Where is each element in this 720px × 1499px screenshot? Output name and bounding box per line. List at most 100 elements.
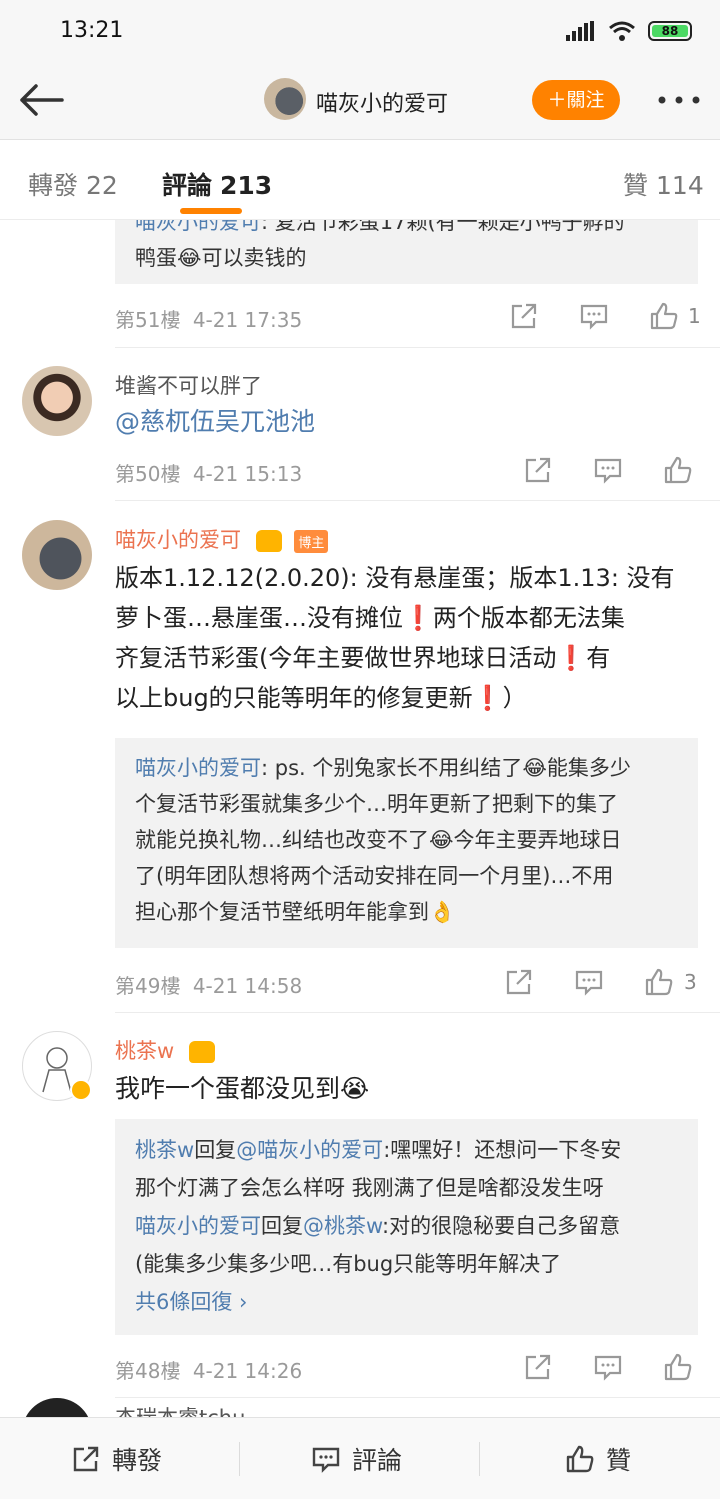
- reply-thread: 桃茶w回复@喵灰小的爱可:嘿嘿好！还想问一下冬安 那个灯满了会怎么样呀 我刚满了…: [115, 1119, 698, 1335]
- quote-author[interactable]: 喵灰小的爱可: [135, 756, 261, 780]
- quote-text: : ps. 个别兔家长不用纠结了😂能集多少: [261, 756, 631, 780]
- tab-repost[interactable]: 轉發 22: [28, 166, 118, 202]
- reply-text: :嘿嘿好！还想问一下冬安: [383, 1138, 622, 1162]
- divider: [115, 500, 720, 501]
- comment-icon[interactable]: [573, 966, 605, 998]
- quote-text: : 复活节彩蛋17颗(有一颗是小鸭子孵的: [261, 220, 625, 234]
- comment-time: 4-21 17:35: [192, 308, 303, 332]
- floor-number: 第51樓: [115, 308, 181, 332]
- battery-level: 88: [652, 25, 688, 37]
- status-time: 13:21: [60, 18, 124, 43]
- reply-verb: 回复: [194, 1138, 237, 1162]
- comment-line: 有: [586, 644, 611, 672]
- user-name-link[interactable]: 桃茶w: [115, 1039, 174, 1063]
- floor-number: 第48樓: [115, 1359, 181, 1383]
- floor-number: 第49樓: [115, 974, 181, 998]
- comment-line: 版本1.12.12(2.0.20): 没有悬崖蛋；版本1.13: 没有: [115, 564, 675, 592]
- comment-time: 4-21 14:26: [192, 1359, 303, 1383]
- comment-icon: [312, 1447, 340, 1473]
- comment-time: 4-21 15:13: [192, 462, 303, 486]
- bottom-comment-button[interactable]: 評論: [310, 1418, 402, 1499]
- like-icon[interactable]: [648, 300, 680, 332]
- quote-author[interactable]: 喵灰小的爱可: [135, 220, 261, 234]
- author-name-link[interactable]: 喵灰小的爱可: [115, 528, 241, 552]
- reply-text: 那个灯满了会怎么样呀 我刚满了但是啥都没发生呀: [135, 1176, 604, 1200]
- comment-username: 喵灰小的爱可 博主: [115, 524, 329, 554]
- comment-line: ）: [502, 684, 527, 712]
- quote-text: 担心那个复活节壁纸明年能拿到👌: [135, 900, 456, 924]
- exclamation-icon: ❗: [403, 604, 433, 632]
- like-count: 3: [684, 970, 697, 994]
- wifi-icon: [609, 21, 635, 41]
- tab-repost-label: 轉發: [28, 171, 79, 200]
- like-icon: [566, 1445, 594, 1473]
- comment-line: 两个版本都无法集: [432, 604, 625, 632]
- comment-icon[interactable]: [592, 1351, 624, 1383]
- mention-link[interactable]: @慈杌伍吴兀池池: [115, 407, 315, 436]
- comment-icon[interactable]: [578, 300, 610, 332]
- quote-text: 个复活节彩蛋就集多少个…明年更新了把剩下的集了: [135, 792, 618, 816]
- more-icon[interactable]: [656, 90, 702, 110]
- comment-username[interactable]: 堆酱不可以胖了: [115, 370, 262, 400]
- comment-line: 萝卜蛋…悬崖蛋…没有摊位: [115, 604, 403, 632]
- user-avatar[interactable]: [22, 1398, 92, 1417]
- reply-author[interactable]: 喵灰小的爱可: [135, 1214, 261, 1238]
- repost-icon[interactable]: [508, 300, 540, 332]
- quote-text: 鸭蛋😂可以卖钱的: [135, 246, 307, 270]
- tab-likes-label: 贊: [623, 171, 649, 200]
- bottom-repost-label: 轉發: [112, 1446, 163, 1475]
- exclamation-icon: ❗: [472, 684, 503, 712]
- reply-quote: 喵灰小的爱可: 复活节彩蛋17颗(有一颗是小鸭子孵的 鸭蛋😂可以卖钱的: [115, 220, 698, 284]
- vip-crown-icon: [255, 530, 282, 552]
- bottom-repost-button[interactable]: 轉發: [70, 1418, 162, 1499]
- bottom-like-label: 贊: [606, 1446, 632, 1475]
- bottom-comment-label: 評論: [352, 1446, 403, 1475]
- repost-icon[interactable]: [503, 966, 535, 998]
- comment-text: 我咋一个蛋都没见到😭: [115, 1074, 370, 1103]
- divider: [115, 347, 720, 348]
- tab-bar: 轉發 22 評論 213 贊 114: [0, 140, 720, 220]
- like-count: 1: [688, 304, 701, 328]
- repost-icon: [73, 1446, 99, 1472]
- repost-icon[interactable]: [522, 1351, 554, 1383]
- vip-crown-icon: [188, 1041, 215, 1063]
- like-icon[interactable]: [662, 1351, 694, 1383]
- active-tab-indicator: [180, 208, 242, 214]
- repost-icon[interactable]: [522, 454, 554, 486]
- divider: [115, 1397, 720, 1398]
- tab-likes-count: 114: [656, 171, 704, 200]
- author-avatar[interactable]: [264, 78, 306, 120]
- like-icon[interactable]: [643, 966, 675, 998]
- user-avatar[interactable]: [22, 366, 92, 436]
- exclamation-icon: ❗: [556, 644, 587, 672]
- more-replies-link[interactable]: 共6條回復 ›: [135, 1283, 678, 1321]
- separator: [239, 1442, 240, 1476]
- comment-text: 版本1.12.12(2.0.20): 没有悬崖蛋；版本1.13: 没有 萝卜蛋……: [115, 558, 698, 718]
- battery-icon: 88: [648, 21, 692, 41]
- floor-number: 第50樓: [115, 462, 181, 486]
- reply-text: (能集多少集多少吧…有bug只能等明年解决了: [135, 1252, 562, 1276]
- verified-icon: [70, 1079, 92, 1101]
- like-icon[interactable]: [662, 454, 694, 486]
- mention-link[interactable]: @喵灰小的爱可: [236, 1138, 383, 1162]
- comment-time: 4-21 14:58: [192, 974, 303, 998]
- bottom-like-button[interactable]: 贊: [564, 1418, 631, 1499]
- signal-icon: [566, 21, 594, 41]
- comment-meta: 第49樓 4-21 14:58: [115, 970, 302, 999]
- status-bar: 13:21 88: [0, 0, 720, 62]
- comment-meta: 第48樓 4-21 14:26: [115, 1355, 302, 1384]
- user-avatar[interactable]: [22, 520, 92, 590]
- bottom-action-bar: 轉發 評論 贊: [0, 1417, 720, 1499]
- reply-quote: 喵灰小的爱可: ps. 个别兔家长不用纠结了😂能集多少 个复活节彩蛋就集多少个……: [115, 738, 698, 948]
- tab-comments-label: 評論: [162, 171, 213, 200]
- author-name[interactable]: 喵灰小的爱可: [316, 86, 448, 118]
- reply-author[interactable]: 桃茶w: [135, 1138, 194, 1162]
- comment-username[interactable]: 杰瑞本睿tchu: [115, 1402, 245, 1417]
- follow-button[interactable]: ＋關注: [532, 80, 620, 120]
- tab-comments[interactable]: 評論 213: [162, 166, 272, 202]
- back-arrow-icon[interactable]: [16, 80, 66, 120]
- tab-repost-count: 22: [86, 171, 118, 200]
- mention-link[interactable]: @桃茶w: [303, 1214, 382, 1238]
- comment-icon[interactable]: [592, 454, 624, 486]
- tab-likes[interactable]: 贊 114: [623, 166, 704, 202]
